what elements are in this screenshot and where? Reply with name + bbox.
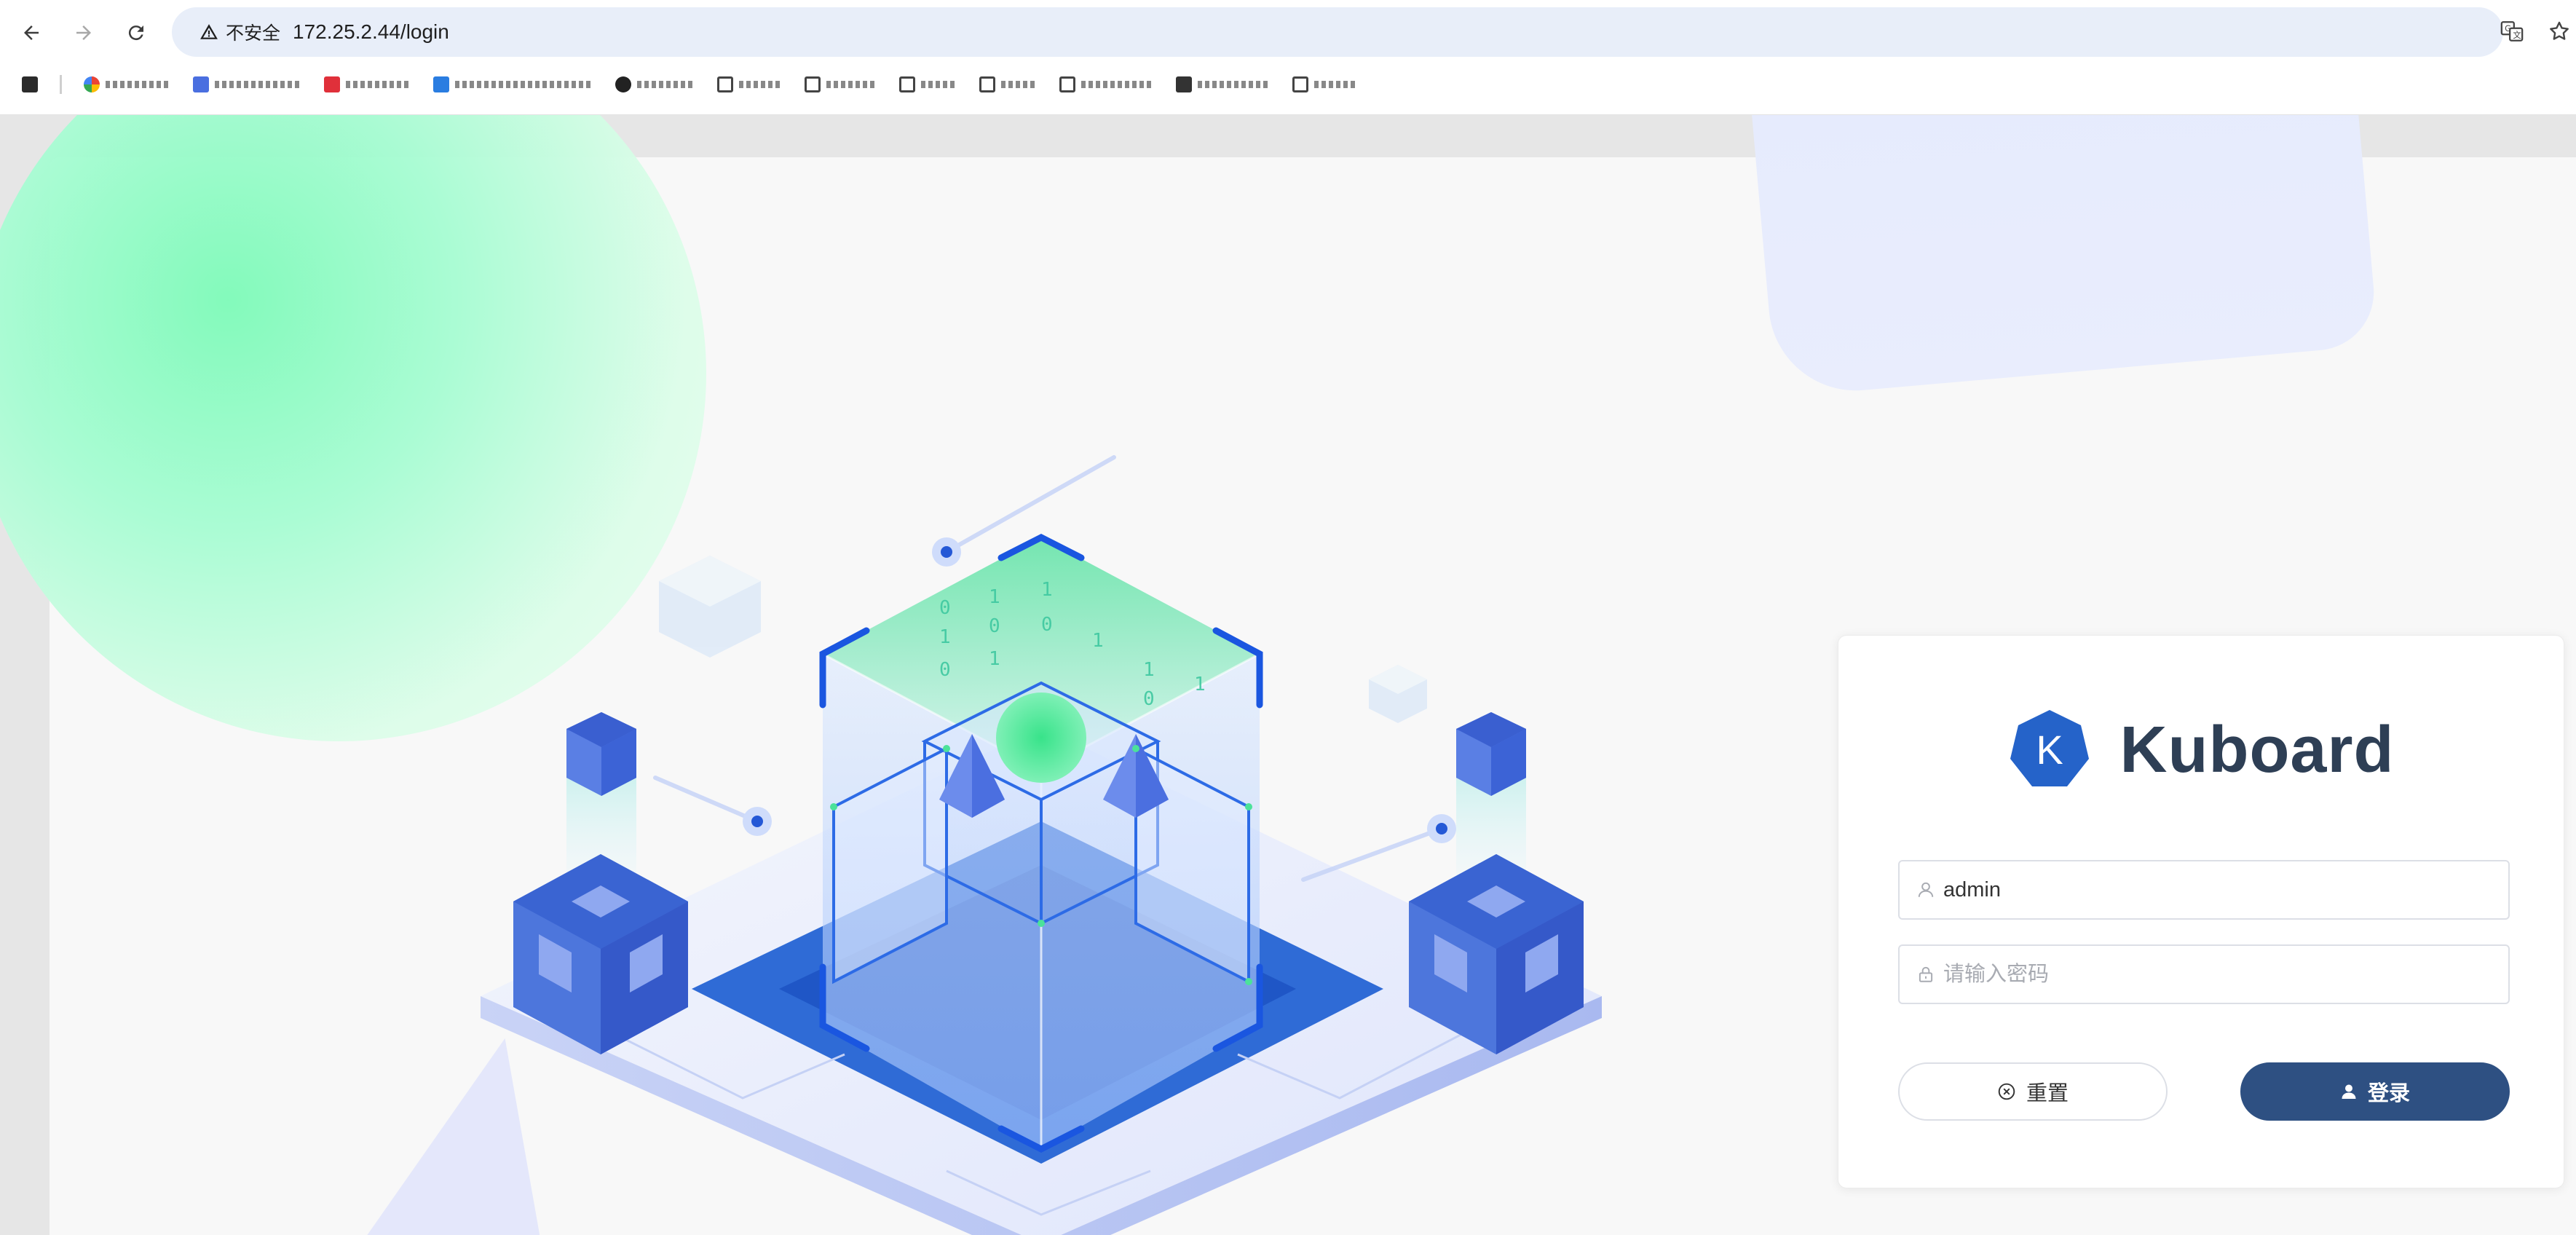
reset-button[interactable]: 重置 [1898,1062,2168,1121]
svg-text:1: 1 [1143,659,1155,681]
username-input[interactable] [1943,877,2482,902]
bookmark-favicon-icon [193,76,209,92]
folder-icon [717,76,733,92]
star-icon [2550,21,2569,40]
bookmark-item[interactable] [324,70,411,99]
bookmark-favicon-icon [324,76,340,92]
server-cube-illustration: 0 1 1 1 0 0 0 1 1 1 0 1 [481,455,1602,1235]
folder-icon [979,76,995,92]
browser-chrome: 不安全 172.25.2.44/login G文 [0,0,2576,115]
user-icon [1900,880,1943,899]
bookmark-folder[interactable] [717,70,783,99]
bookmark-favicon-icon [22,76,38,92]
bookmark-item[interactable] [193,70,302,99]
folder-icon [1059,76,1075,92]
svg-text:1: 1 [989,648,1000,670]
google-favicon-icon [84,76,100,92]
svg-text:文: 文 [2513,30,2521,40]
blurred-bookmark-label [826,81,877,88]
bookmark-folder[interactable] [1292,70,1358,99]
blurred-bookmark-label [346,81,411,88]
svg-text:G: G [2505,23,2511,33]
warning-icon [200,24,218,39]
login-button[interactable]: 登录 [2240,1062,2510,1121]
bookmark-favicon-icon [1176,76,1192,92]
bookmark-folder[interactable] [1059,70,1154,99]
circle-close-icon [1998,1083,2015,1100]
svg-text:0: 0 [1041,614,1053,636]
url-text[interactable]: 172.25.2.44/login [293,7,449,57]
back-arrow-icon [24,25,39,40]
brand-name: Kuboard [2119,713,2395,786]
security-label: 不安全 [226,23,281,44]
bookmark-favicon-icon [433,76,449,92]
svg-text:1: 1 [1194,674,1206,695]
blurred-bookmark-label [1198,81,1271,88]
bookmark-folder[interactable] [899,70,957,99]
bookmark-folder[interactable] [805,70,877,99]
password-field[interactable] [1898,944,2510,1004]
svg-text:1: 1 [1041,579,1053,601]
blurred-bookmark-label [637,81,695,88]
reload-button[interactable] [116,13,156,52]
blurred-bookmark-label [455,81,593,88]
bookmark-item[interactable] [433,70,593,99]
bookmark-item[interactable] [84,70,171,99]
security-indicator[interactable]: 不安全 [188,16,292,48]
svg-text:1: 1 [1092,630,1104,652]
bookmarks-bar [22,70,1380,99]
blurred-bookmark-label [1314,81,1358,88]
bookmark-separator [60,75,62,94]
login-page: 0 1 1 1 0 0 0 1 1 1 0 1 K Kuboard admin 重置 登录 [0,115,2576,1235]
username-field[interactable] [1898,860,2510,920]
bookmark-item[interactable] [22,70,38,99]
forward-button[interactable] [64,13,103,52]
blurred-bookmark-label [106,81,171,88]
reload-icon [128,25,143,41]
login-card: K Kuboard 重置 登录 [1838,635,2564,1188]
blurred-bookmark-label [215,81,302,88]
folder-icon [805,76,821,92]
svg-text:1: 1 [939,626,951,648]
logo-letter: K [2036,727,2063,773]
back-button[interactable] [12,13,51,52]
address-bar[interactable]: 不安全 172.25.2.44/login [172,7,2503,57]
svg-text:0: 0 [1143,688,1155,710]
svg-text:0: 0 [939,597,951,619]
bookmark-folder[interactable] [979,70,1038,99]
svg-text:0: 0 [989,615,1000,637]
brand-header: K Kuboard [1838,709,2564,792]
translate-button[interactable]: G文 [2494,13,2530,50]
svg-text:0: 0 [939,659,951,681]
kuboard-logo-icon: K [2008,709,2091,792]
blurred-bookmark-label [739,81,783,88]
github-favicon-icon [615,76,631,92]
blurred-bookmark-label [1081,81,1154,88]
login-button-label: 登录 [2367,1082,2410,1105]
bookmark-star-button[interactable] [2541,13,2576,50]
reset-button-label: 重置 [2026,1082,2069,1105]
user-icon [2342,1084,2356,1099]
forward-arrow-icon [76,25,91,40]
folder-icon [899,76,915,92]
blurred-bookmark-label [921,81,957,88]
blurred-bookmark-label [1001,81,1038,88]
bookmark-item[interactable] [1176,70,1271,99]
translate-icon: G文 [2500,21,2524,42]
bookmark-item[interactable] [615,70,695,99]
password-input[interactable] [1943,962,2482,987]
svg-text:1: 1 [989,586,1000,608]
lock-icon [1900,965,1943,984]
folder-icon [1292,76,1308,92]
